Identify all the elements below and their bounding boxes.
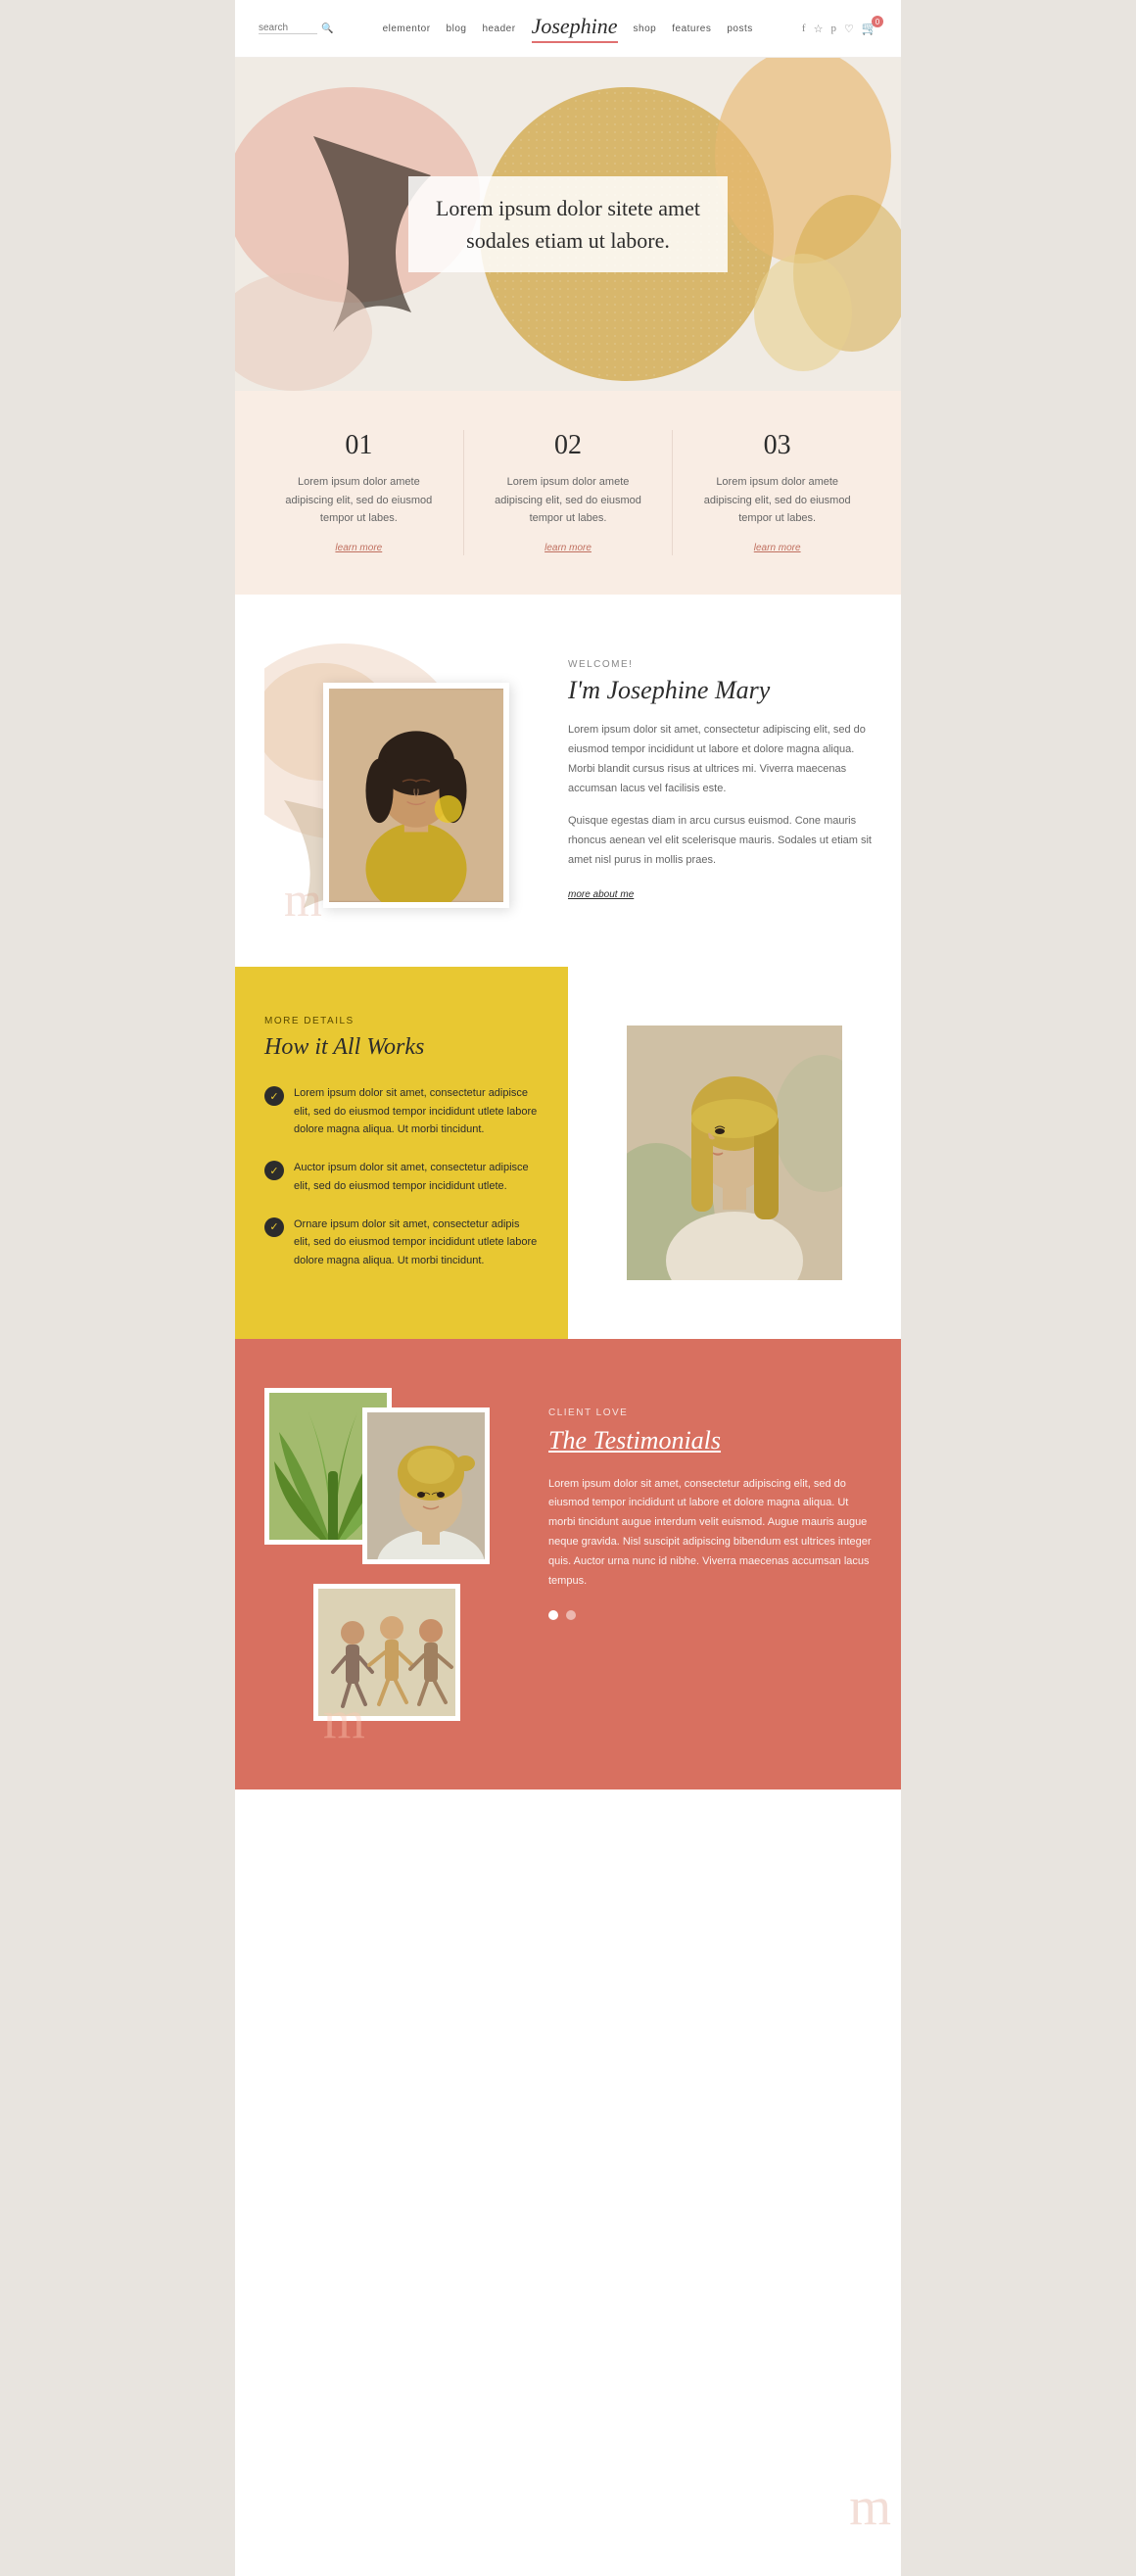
nav-link-elementor[interactable]: elementor bbox=[383, 24, 431, 34]
testimonials-dots bbox=[548, 1610, 872, 1620]
hero-text-overlay: Lorem ipsum dolor sitete amet sodales et… bbox=[408, 176, 728, 272]
feature-text-1: Lorem ipsum dolor amete adipiscing elit,… bbox=[274, 473, 444, 528]
hero-title: Lorem ipsum dolor sitete amet sodales et… bbox=[436, 192, 700, 257]
feature-number-1: 01 bbox=[274, 430, 444, 461]
nav-brand[interactable]: Josephine bbox=[532, 14, 618, 43]
how-works-watermark: m bbox=[849, 2475, 891, 2537]
feature-text-3: Lorem ipsum dolor amete adipiscing elit,… bbox=[692, 473, 862, 528]
how-item-text-3: Ornare ipsum dolor sit amet, consectetur… bbox=[294, 1216, 539, 1270]
how-works-subtitle: MORE DETAILS bbox=[264, 1016, 539, 1026]
nav-social-icons: f ☆ p ♡ 🛒 0 bbox=[802, 21, 877, 36]
how-item-text-1: Lorem ipsum dolor sit amet, consectetur … bbox=[294, 1084, 539, 1139]
nav-link-posts[interactable]: posts bbox=[727, 24, 752, 34]
how-check-2: ✓ bbox=[264, 1161, 284, 1180]
checkmark-icon-2: ✓ bbox=[269, 1165, 278, 1177]
testimonials-text: Lorem ipsum dolor sit amet, consectetur … bbox=[548, 1475, 872, 1592]
instagram-icon[interactable]: ☆ bbox=[814, 23, 824, 35]
about-images: m bbox=[264, 644, 539, 918]
feature-text-2: Lorem ipsum dolor amete adipiscing elit,… bbox=[484, 473, 653, 528]
how-works-right: m bbox=[568, 967, 901, 1339]
testimonials-content: CLIENT LOVE The Testimonials Lorem ipsum… bbox=[548, 1388, 872, 1741]
feature-item-2: 02 Lorem ipsum dolor amete adipiscing el… bbox=[464, 430, 674, 555]
feature-number-3: 03 bbox=[692, 430, 862, 461]
nav-center-links: elementor blog header Josephine shop fea… bbox=[383, 14, 753, 43]
cart-icon[interactable]: 🛒 0 bbox=[862, 21, 877, 36]
how-item-text-2: Auctor ipsum dolor sit amet, consectetur… bbox=[294, 1159, 539, 1195]
checkmark-icon-3: ✓ bbox=[269, 1220, 278, 1233]
about-name-heading: I'm Josephine Mary bbox=[568, 676, 872, 705]
search-input[interactable] bbox=[259, 23, 317, 34]
nav-search-area: 🔍 bbox=[259, 23, 333, 34]
how-check-1: ✓ bbox=[264, 1086, 284, 1106]
feature-number-2: 02 bbox=[484, 430, 653, 461]
about-text-content: WELCOME! I'm Josephine Mary Lorem ipsum … bbox=[568, 659, 872, 902]
testimonials-photo-2 bbox=[362, 1407, 490, 1564]
nav-link-shop[interactable]: shop bbox=[634, 24, 657, 34]
testimonials-watermark: m bbox=[323, 1689, 365, 1750]
how-item-2: ✓ Auctor ipsum dolor sit amet, consectet… bbox=[264, 1159, 539, 1195]
nav-link-blog[interactable]: blog bbox=[447, 24, 467, 34]
nav-link-header[interactable]: header bbox=[482, 24, 515, 34]
about-section: m WELCOME! I'm Josephine Mary Lorem ipsu… bbox=[235, 595, 901, 967]
testimonials-title: The Testimonials bbox=[548, 1426, 872, 1455]
testi-dot-1[interactable] bbox=[548, 1610, 558, 1620]
facebook-icon[interactable]: f bbox=[802, 23, 806, 34]
about-para-1: Lorem ipsum dolor sit amet, consectetur … bbox=[568, 721, 872, 798]
testimonials-label: CLIENT LOVE bbox=[548, 1407, 872, 1418]
navbar: 🔍 elementor blog header Josephine shop f… bbox=[235, 0, 901, 58]
about-para-2: Quisque egestas diam in arcu cursus euis… bbox=[568, 812, 872, 870]
feature-link-3[interactable]: learn more bbox=[754, 543, 801, 553]
nav-link-features[interactable]: features bbox=[672, 24, 711, 34]
how-check-3: ✓ bbox=[264, 1217, 284, 1237]
about-more-link[interactable]: more about me bbox=[568, 889, 634, 900]
about-welcome-label: WELCOME! bbox=[568, 659, 872, 670]
cart-badge: 0 bbox=[872, 16, 883, 27]
testimonials-title-highlight: Testimonials bbox=[593, 1426, 722, 1455]
testimonials-section: m CLIENT LOVE The Testimonials Lorem ips… bbox=[235, 1339, 901, 1789]
how-works-title: How it All Works bbox=[264, 1034, 539, 1061]
testi-dot-2[interactable] bbox=[566, 1610, 576, 1620]
checkmark-icon-1: ✓ bbox=[269, 1090, 278, 1103]
feature-item-1: 01 Lorem ipsum dolor amete adipiscing el… bbox=[255, 430, 464, 555]
how-item-1: ✓ Lorem ipsum dolor sit amet, consectetu… bbox=[264, 1084, 539, 1139]
how-item-3: ✓ Ornare ipsum dolor sit amet, consectet… bbox=[264, 1216, 539, 1270]
hero-section: Lorem ipsum dolor sitete amet sodales et… bbox=[235, 58, 901, 391]
hero-text-box: Lorem ipsum dolor sitete amet sodales et… bbox=[408, 176, 728, 272]
feature-item-3: 03 Lorem ipsum dolor amete adipiscing el… bbox=[673, 430, 881, 555]
testimonials-photos: m bbox=[264, 1388, 519, 1741]
how-works-photo bbox=[627, 1026, 842, 1280]
how-works-left: MORE DETAILS How it All Works ✓ Lorem ip… bbox=[235, 967, 568, 1339]
about-portrait-photo bbox=[323, 683, 509, 908]
heart-icon[interactable]: ♡ bbox=[844, 23, 854, 35]
feature-link-2[interactable]: learn more bbox=[544, 543, 592, 553]
pinterest-icon[interactable]: p bbox=[830, 23, 836, 34]
page-wrapper: 🔍 elementor blog header Josephine shop f… bbox=[235, 0, 901, 2576]
features-strip: 01 Lorem ipsum dolor amete adipiscing el… bbox=[235, 391, 901, 595]
how-works-section: MORE DETAILS How it All Works ✓ Lorem ip… bbox=[235, 967, 901, 1339]
feature-link-1[interactable]: learn more bbox=[335, 543, 382, 553]
search-icon: 🔍 bbox=[321, 24, 333, 34]
